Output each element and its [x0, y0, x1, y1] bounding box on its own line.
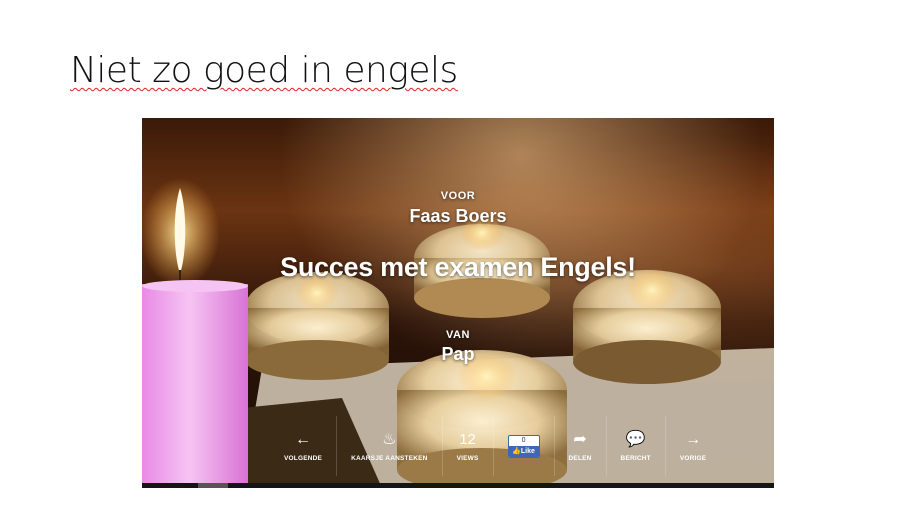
- previous-label: VORIGE: [679, 454, 707, 462]
- like-text: Like: [520, 447, 535, 455]
- slide-progress: [198, 483, 228, 488]
- share-label: DELEN: [568, 454, 592, 462]
- message-headline: Succes met examen Engels!: [280, 252, 636, 282]
- bottom-bar: [142, 483, 774, 488]
- facebook-like-label: 👍Like: [508, 445, 539, 457]
- speech-bubble-icon: 💬: [625, 430, 646, 448]
- share-button[interactable]: ➦ DELEN: [555, 416, 607, 476]
- flame-icon: ♨: [382, 430, 397, 448]
- share-icon: ➦: [573, 430, 587, 448]
- views-counter: 12 VIEWS: [443, 416, 494, 476]
- views-label: VIEWS: [456, 454, 479, 462]
- previous-button[interactable]: → VORIGE: [666, 416, 720, 476]
- light-candle-label: KAARSJE AANSTEKEN: [351, 454, 428, 462]
- arrow-left-icon: ←: [295, 430, 312, 448]
- next-label: VOLGENDE: [284, 454, 323, 462]
- message-button[interactable]: 💬 BERICHT: [607, 416, 666, 476]
- facebook-like-button[interactable]: 0 👍Like: [507, 434, 540, 458]
- message-label: BERICHT: [620, 454, 651, 462]
- slide-title-text: Niet zo goed in engels: [70, 50, 458, 91]
- voor-label: VOOR: [440, 190, 476, 202]
- sender-name: Pap: [441, 344, 475, 364]
- slide-title: Niet zo goed in engels: [70, 50, 458, 91]
- action-bar: ← VOLGENDE ♨ KAARSJE AANSTEKEN 12 VIEWS …: [270, 416, 720, 476]
- recipient-name: Faas Boers: [409, 206, 507, 226]
- views-count: 12: [459, 430, 476, 448]
- arrow-right-icon: →: [685, 430, 702, 448]
- facebook-like-count: 0: [521, 436, 526, 444]
- candle-card: VOOR Faas Boers Succes met examen Engels…: [142, 118, 774, 488]
- light-candle-button[interactable]: ♨ KAARSJE AANSTEKEN: [337, 416, 443, 476]
- van-label: VAN: [446, 329, 470, 341]
- facebook-like-container: 0 👍Like: [494, 416, 555, 476]
- next-button[interactable]: ← VOLGENDE: [270, 416, 338, 476]
